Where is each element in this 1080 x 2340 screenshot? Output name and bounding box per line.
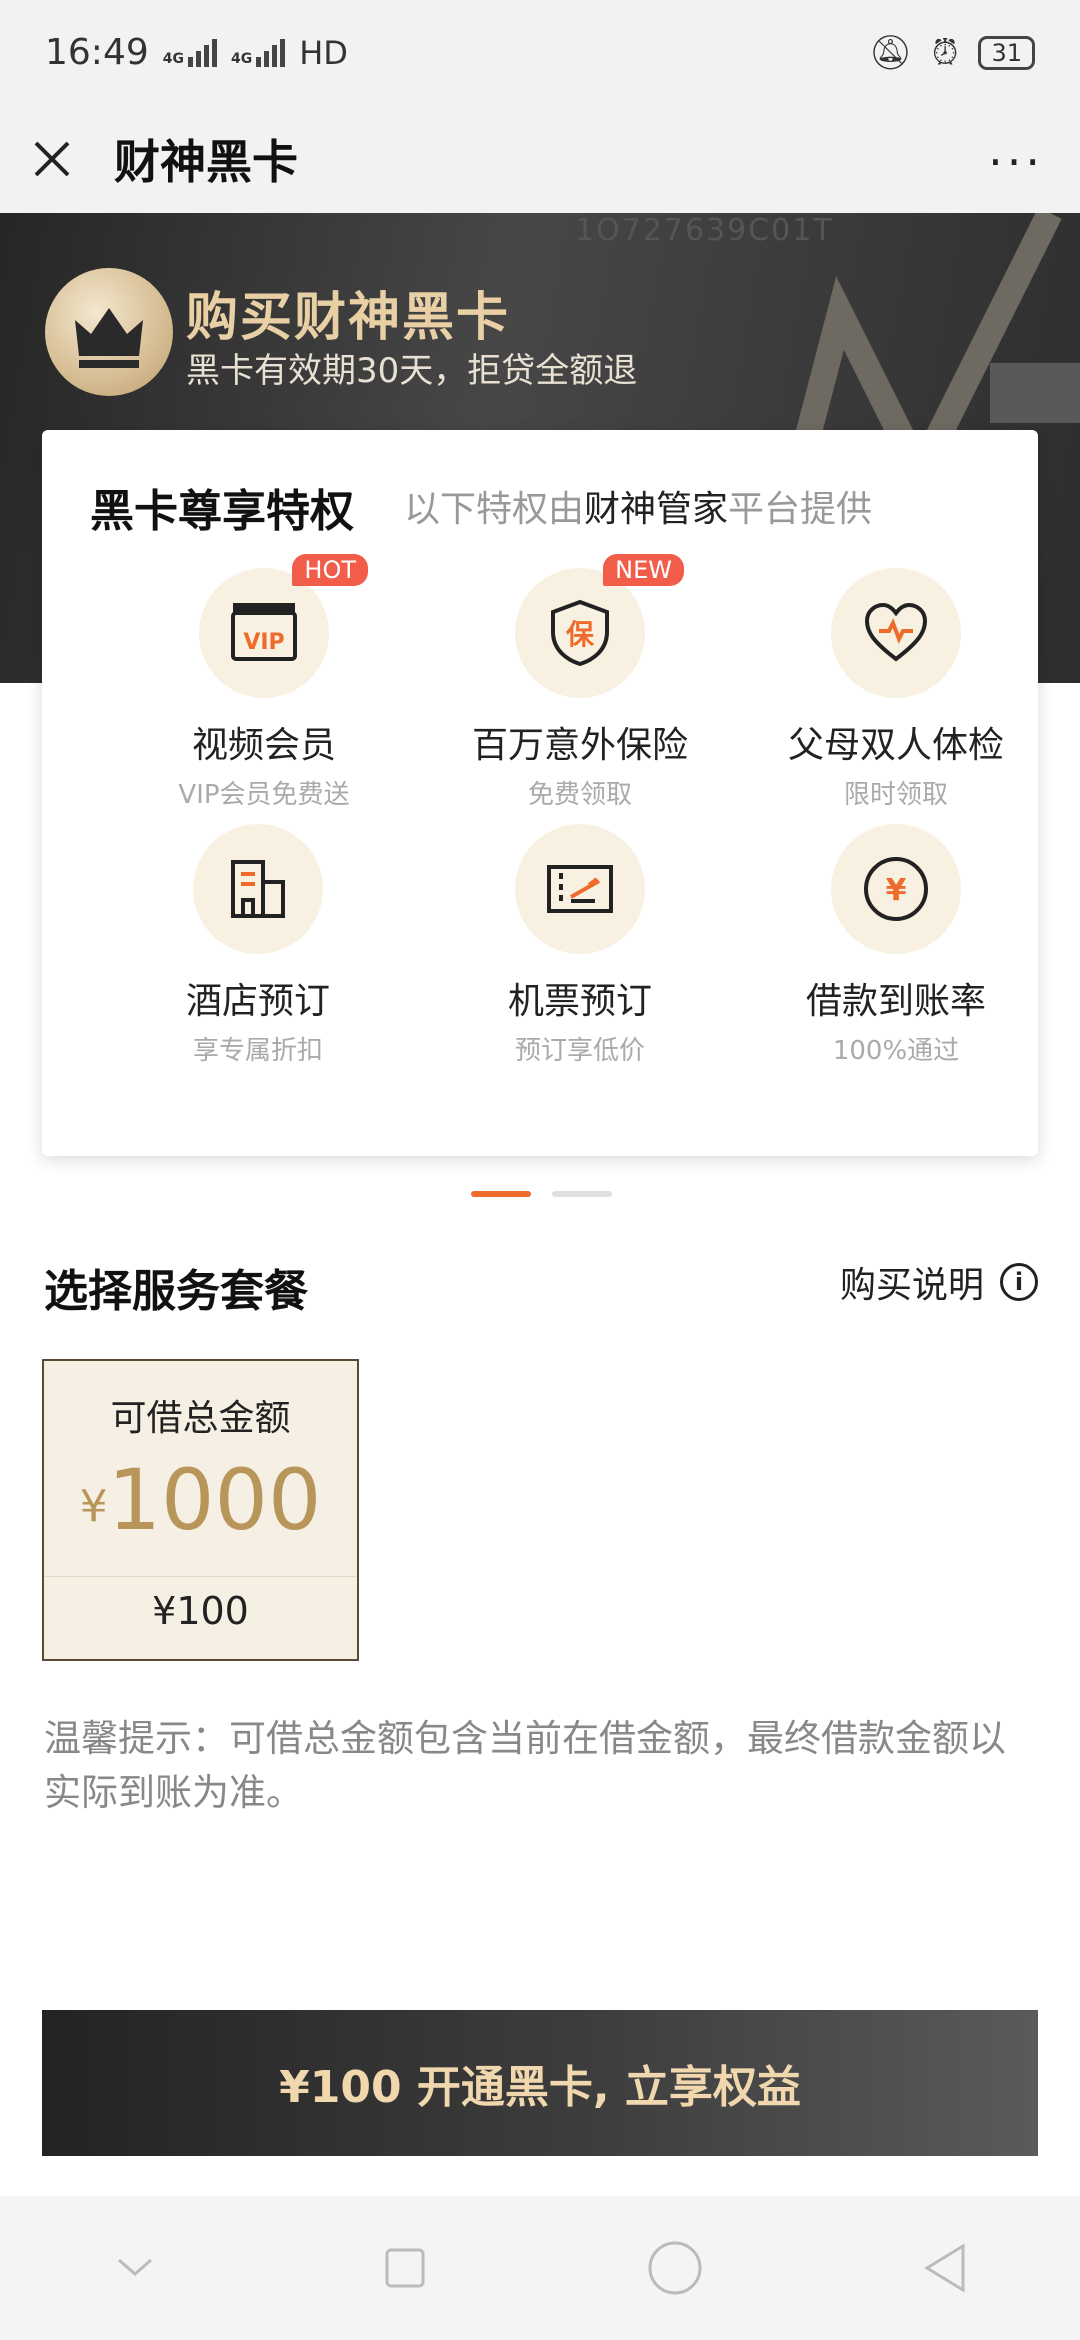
- chevron-down-icon[interactable]: [105, 2238, 165, 2298]
- feature-health-check[interactable]: 父母双人体检 限时领取: [746, 568, 1046, 811]
- crown-icon: [45, 268, 173, 396]
- feature-name: 百万意外保险: [471, 725, 688, 766]
- status-time: 16:49: [45, 32, 149, 73]
- hot-badge: HOT: [292, 554, 368, 586]
- feature-desc: 限时领取: [843, 780, 948, 810]
- battery-icon: 31: [978, 35, 1035, 70]
- new-badge: NEW: [603, 554, 684, 586]
- buy-instructions-link[interactable]: 购买说明 i: [840, 1256, 1038, 1308]
- warm-tip-text: 温馨提示：可借总金额包含当前在借金额，最终借款金额以实际到账为准。: [44, 1717, 1006, 1814]
- page-title: 财神黑卡: [114, 135, 298, 189]
- flight-ticket-icon: [515, 824, 645, 954]
- feature-loan-rate[interactable]: ¥ 借款到账率 100%通过: [746, 824, 1046, 1067]
- carousel-dot[interactable]: [552, 1191, 612, 1197]
- currency-symbol: ¥: [79, 1481, 108, 1532]
- section-title: 选择服务套餐: [44, 1266, 308, 1317]
- svg-text:VIP: VIP: [243, 630, 284, 655]
- hero-title: 购买财神黑卡: [186, 288, 511, 348]
- hd-indicator: HD: [299, 33, 348, 72]
- feature-name: 借款到账率: [805, 981, 986, 1022]
- back-triangle-icon[interactable]: [915, 2238, 975, 2298]
- privileges-title: 黑卡尊享特权: [90, 486, 354, 537]
- alarm-icon: ⏰︎: [931, 32, 959, 73]
- close-icon[interactable]: [30, 137, 74, 181]
- package-option-selected[interactable]: 可借总金额 ¥1000 ¥100: [42, 1359, 359, 1661]
- package-label: 可借总金额: [110, 1398, 291, 1439]
- vip-ticket-icon: VIP: [199, 568, 329, 698]
- feature-name: 视频会员: [191, 725, 336, 766]
- status-bar: 16:49 4G 4G HD 🔕︎ ⏰︎ 31: [0, 0, 1080, 105]
- more-menu-icon[interactable]: ···: [988, 135, 1044, 189]
- buy-instructions-label: 购买说明: [839, 1265, 984, 1306]
- shield-bao-icon: 保: [515, 568, 645, 698]
- hero-subtitle: 黑卡有效期30天，拒贷全额退: [186, 351, 638, 391]
- feature-name: 机票预订: [507, 981, 652, 1022]
- privileges-card: 黑卡尊享特权 以下特权由财神管家平台提供 VIP HOT 视频会员 VIP会员免…: [42, 430, 1038, 1156]
- feature-name: 父母双人体检: [787, 725, 1004, 766]
- package-price: ¥100: [152, 1589, 249, 1633]
- feature-desc: 预订享低价: [514, 1036, 645, 1066]
- home-circle-icon[interactable]: [645, 2238, 705, 2298]
- package-amount: ¥1000: [44, 1451, 357, 1549]
- carousel-dot-active[interactable]: [471, 1191, 531, 1197]
- amount-value: 1000: [107, 1451, 322, 1549]
- activate-black-card-button[interactable]: ¥100 开通黑卡, 立享权益: [42, 2010, 1038, 2156]
- svg-text:¥: ¥: [886, 873, 907, 908]
- yen-coin-icon: ¥: [831, 824, 961, 954]
- watermark-text: 1O727639C01T: [575, 213, 834, 248]
- system-navigation-bar: [0, 2196, 1080, 2340]
- recents-square-icon[interactable]: [375, 2238, 435, 2298]
- app-titlebar: 财神黑卡 ···: [0, 105, 1080, 213]
- feature-desc: VIP会员免费送: [178, 780, 350, 810]
- feature-desc: 100%通过: [832, 1036, 960, 1066]
- signal-icon-2: 4G: [231, 38, 286, 67]
- feature-desc: 享专属折扣: [192, 1036, 323, 1066]
- vibrate-icon: 🔕︎: [868, 32, 912, 73]
- divider: [44, 1576, 357, 1577]
- feature-name: 酒店预订: [185, 981, 330, 1022]
- feature-insurance[interactable]: 保 NEW 百万意外保险 免费领取: [430, 554, 730, 811]
- feature-hotel[interactable]: 酒店预订 享专属折扣: [108, 824, 408, 1067]
- heart-stethoscope-icon: [831, 568, 961, 698]
- feature-desc: 免费领取: [527, 780, 632, 810]
- feature-flight[interactable]: 机票预订 预订享低价: [430, 824, 730, 1067]
- info-icon: i: [1000, 1263, 1038, 1301]
- privileges-note: 以下特权由财神管家平台提供: [404, 489, 873, 530]
- feature-video-vip[interactable]: VIP HOT 视频会员 VIP会员免费送: [114, 554, 414, 811]
- svg-text:保: 保: [566, 618, 595, 651]
- signal-icon: 4G: [163, 38, 217, 67]
- hotel-building-icon: [193, 824, 323, 954]
